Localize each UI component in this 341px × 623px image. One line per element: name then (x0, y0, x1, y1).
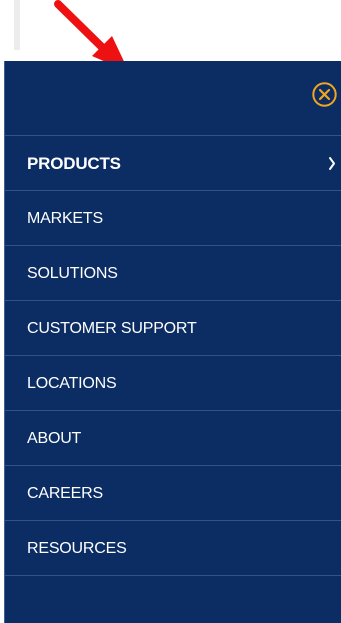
menu-item-products[interactable]: PRODUCTS (5, 135, 341, 191)
menu-item-about[interactable]: ABOUT (5, 411, 341, 466)
menu-item-label: LOCATIONS (27, 375, 117, 392)
menu-item-resources[interactable]: RESOURCES (5, 521, 341, 576)
mobile-navigation-menu: PRODUCTS MARKETS SOLUTIONS CUSTOMER SUPP… (4, 61, 341, 623)
menu-item-label: CAREERS (27, 485, 103, 502)
page: PRODUCTS MARKETS SOLUTIONS CUSTOMER SUPP… (0, 0, 341, 623)
menu-item-careers[interactable]: CAREERS (5, 466, 341, 521)
navigation-menu-list: PRODUCTS MARKETS SOLUTIONS CUSTOMER SUPP… (5, 135, 341, 576)
menu-item-label: PRODUCTS (27, 154, 121, 173)
menu-item-markets[interactable]: MARKETS (5, 191, 341, 246)
menu-item-label: SOLUTIONS (27, 265, 118, 282)
menu-item-locations[interactable]: LOCATIONS (5, 356, 341, 411)
menu-item-label: CUSTOMER SUPPORT (27, 320, 197, 337)
close-circle-icon[interactable] (311, 81, 338, 108)
menu-item-solutions[interactable]: SOLUTIONS (5, 246, 341, 301)
menu-item-label: ABOUT (27, 430, 82, 447)
menu-item-label: RESOURCES (27, 540, 127, 557)
chevron-right-icon (329, 157, 335, 170)
menu-item-label: MARKETS (27, 210, 103, 227)
menu-item-customer-support[interactable]: CUSTOMER SUPPORT (5, 301, 341, 356)
